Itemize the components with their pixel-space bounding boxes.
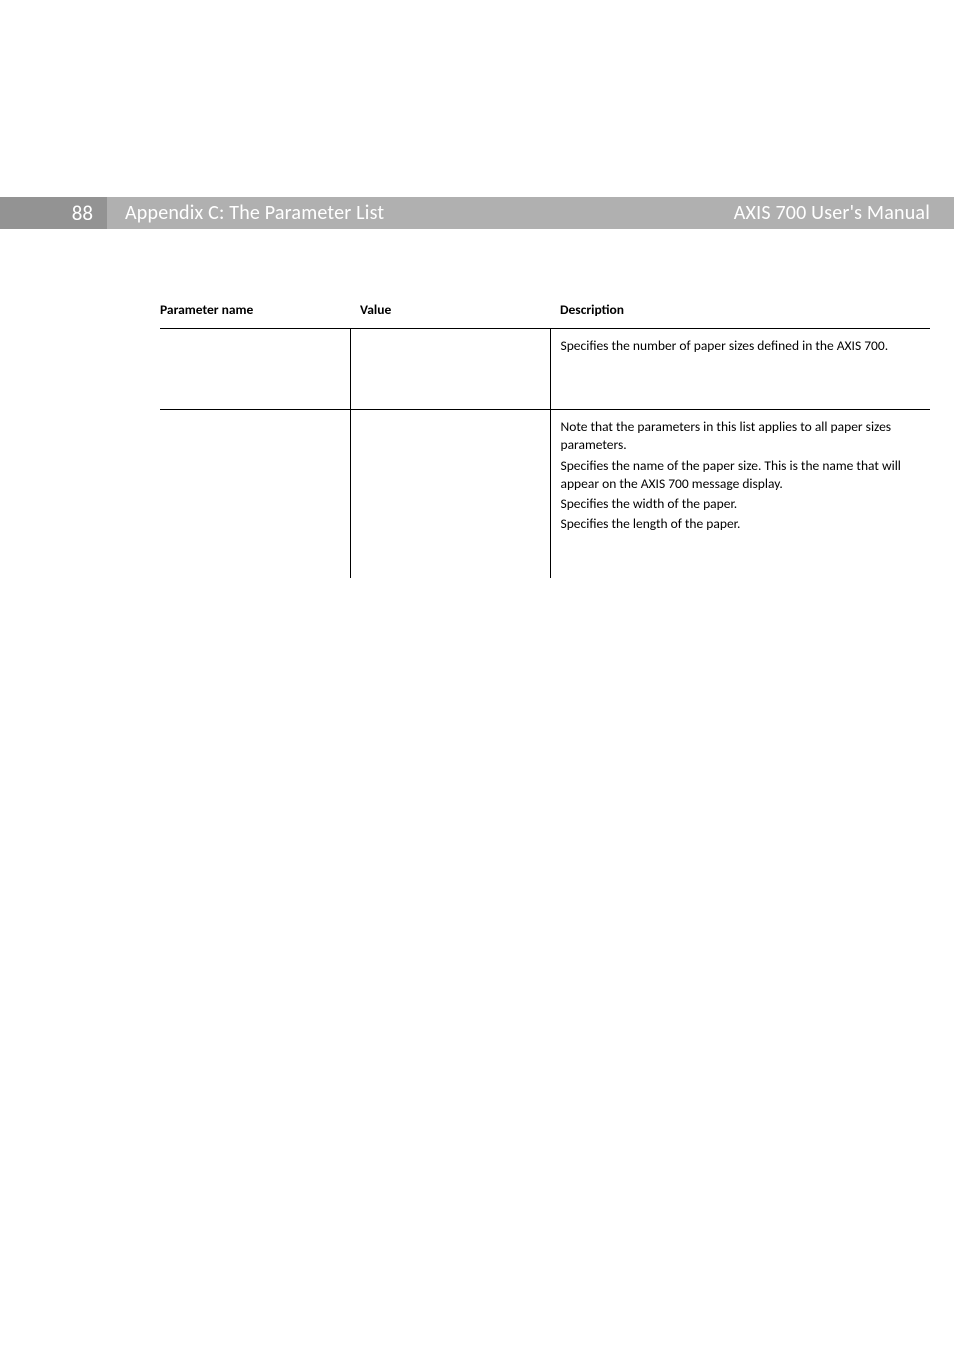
description-text: Note that the parameters in this list ap… — [561, 418, 921, 454]
cell-parameter-name — [160, 410, 350, 578]
page-number: 88 — [0, 197, 107, 229]
cell-value — [350, 410, 550, 578]
appendix-title: Appendix C: The Parameter List — [107, 197, 664, 229]
cell-description: Specifies the number of paper sizes defi… — [550, 329, 930, 410]
header-bar: 88 Appendix C: The Parameter List AXIS 7… — [0, 197, 954, 229]
manual-title: AXIS 700 User's Manual — [664, 197, 954, 229]
table-row: Note that the parameters in this list ap… — [160, 410, 930, 578]
table-header-row: Parameter name Value Description — [160, 295, 930, 329]
description-text: Specifies the width of the paper. — [561, 495, 921, 513]
header-description: Description — [550, 295, 930, 329]
description-text: Specifies the length of the paper. — [561, 515, 921, 533]
document-page: 88 Appendix C: The Parameter List AXIS 7… — [0, 0, 954, 1351]
cell-parameter-name — [160, 329, 350, 410]
description-text: Specifies the number of paper sizes defi… — [561, 337, 921, 355]
cell-description: Note that the parameters in this list ap… — [550, 410, 930, 578]
header-parameter-name: Parameter name — [160, 295, 350, 329]
table-row: Specifies the number of paper sizes defi… — [160, 329, 930, 410]
parameter-table: Parameter name Value Description Specifi… — [160, 295, 930, 578]
header-value: Value — [350, 295, 550, 329]
description-text: Specifies the name of the paper size. Th… — [561, 457, 921, 493]
cell-value — [350, 329, 550, 410]
content-area: Parameter name Value Description Specifi… — [0, 229, 954, 578]
